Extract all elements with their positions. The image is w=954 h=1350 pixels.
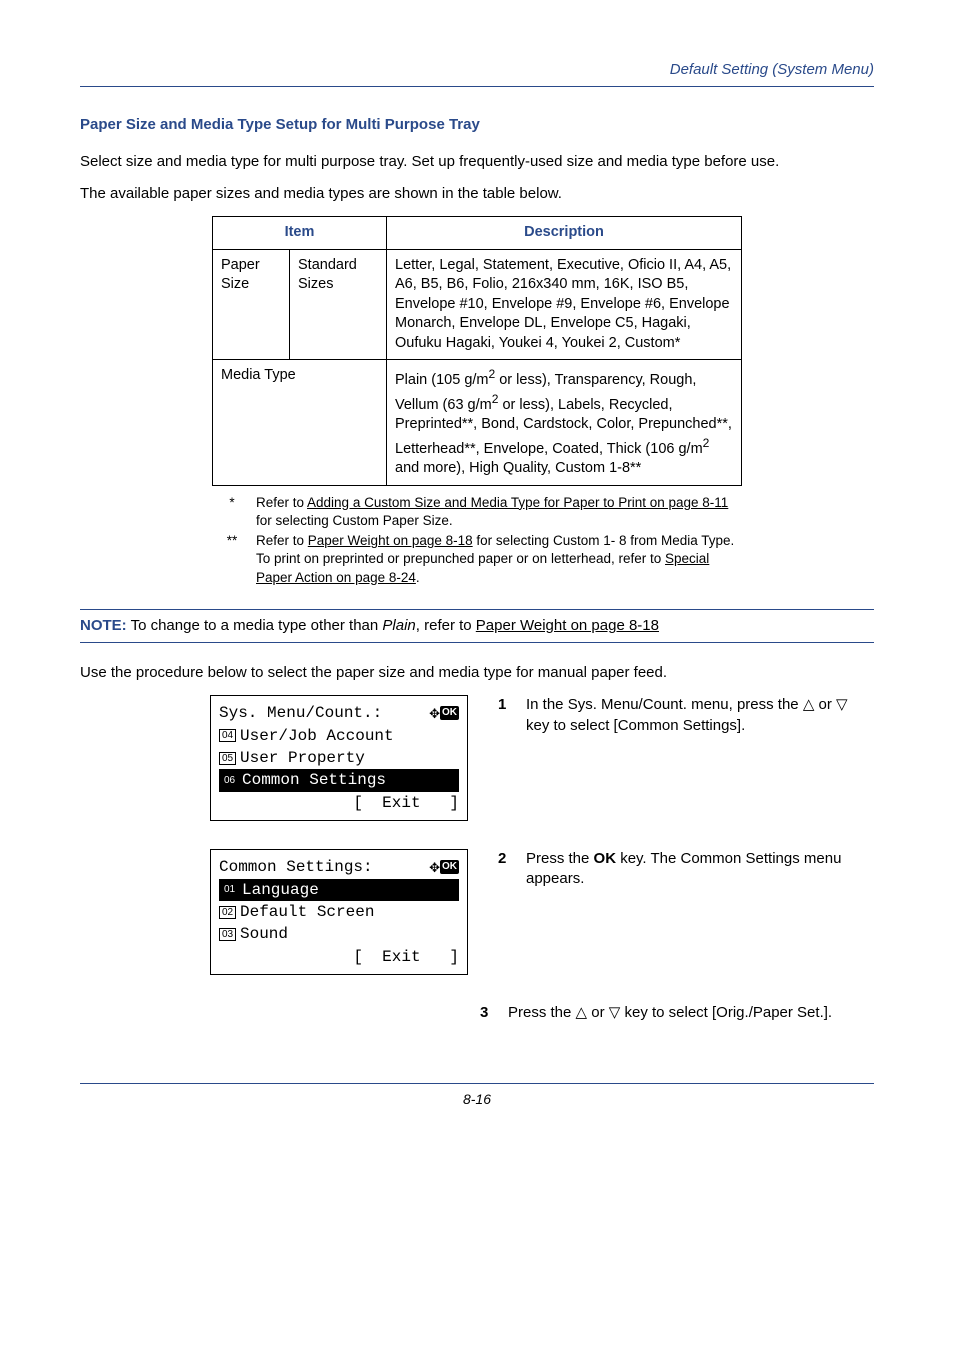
item-number: 01 <box>221 883 238 896</box>
page-header: Default Setting (System Menu) <box>80 60 874 87</box>
step-number: 2 <box>498 849 526 890</box>
footnotes: * Refer to Adding a Custom Size and Medi… <box>212 492 742 589</box>
down-triangle-icon: ▽ <box>836 696 848 713</box>
step-number: 3 <box>480 1003 508 1023</box>
footnote-marker: * <box>214 494 254 530</box>
up-triangle-icon: △ <box>803 696 815 713</box>
table-row: Paper Size Standard Sizes Letter, Legal,… <box>213 249 742 360</box>
footnote-text: Refer to Paper Weight on page 8-18 for s… <box>256 532 740 587</box>
link-paper-weight-note[interactable]: Paper Weight on page 8-18 <box>476 617 659 634</box>
item-number: 05 <box>219 752 236 765</box>
table-row: Media Type Plain (105 g/m2 or less), Tra… <box>213 360 742 485</box>
cell-paper-size: Paper Size <box>213 249 290 360</box>
ok-icon: OK <box>440 706 459 720</box>
nav-arrows-icon: ✥ <box>429 707 440 720</box>
cell-standard-sizes-label: Standard Sizes <box>290 249 387 360</box>
up-triangle-icon: △ <box>576 1004 588 1021</box>
section-title: Paper Size and Media Type Setup for Mult… <box>80 115 874 135</box>
table-head-item: Item <box>213 217 387 250</box>
link-custom-size[interactable]: Adding a Custom Size and Media Type for … <box>307 495 728 510</box>
cell-media-type-label: Media Type <box>213 360 387 485</box>
item-number: 04 <box>219 729 236 742</box>
item-number: 02 <box>219 906 236 919</box>
down-triangle-icon: ▽ <box>609 1004 621 1021</box>
intro-paragraph-1: Select size and media type for multi pur… <box>80 152 874 172</box>
lcd-screen-sys-menu: Sys. Menu/Count.:✥OK 04User/Job Account … <box>210 695 468 821</box>
item-number: 03 <box>219 928 236 941</box>
cell-media-type-desc: Plain (105 g/m2 or less), Transparency, … <box>387 360 742 485</box>
intro-paragraph-2: The available paper sizes and media type… <box>80 184 874 204</box>
footnote-marker: ** <box>214 532 254 587</box>
note-label: NOTE: <box>80 617 127 634</box>
link-paper-weight[interactable]: Paper Weight on page 8-18 <box>308 533 473 548</box>
table-head-description: Description <box>387 217 742 250</box>
step-text: In the Sys. Menu/Count. menu, press the … <box>526 695 874 736</box>
note-block: NOTE: To change to a media type other th… <box>80 609 874 643</box>
page-footer: 8-16 <box>80 1083 874 1109</box>
lcd-screen-common-settings: Common Settings:✥OK 01Language 02Default… <box>210 849 468 975</box>
item-number: 06 <box>221 774 238 787</box>
cell-standard-sizes-desc: Letter, Legal, Statement, Executive, Ofi… <box>387 249 742 360</box>
ok-icon: OK <box>440 860 459 874</box>
paper-media-table: Item Description Paper Size Standard Siz… <box>212 216 742 486</box>
procedure-intro: Use the procedure below to select the pa… <box>80 663 874 683</box>
nav-arrows-icon: ✥ <box>429 861 440 874</box>
step-number: 1 <box>498 695 526 736</box>
footnote-text: Refer to Adding a Custom Size and Media … <box>256 494 740 530</box>
step-text: Press the OK key. The Common Settings me… <box>526 849 874 890</box>
step-text: Press the △ or ▽ key to select [Orig./Pa… <box>508 1003 832 1023</box>
